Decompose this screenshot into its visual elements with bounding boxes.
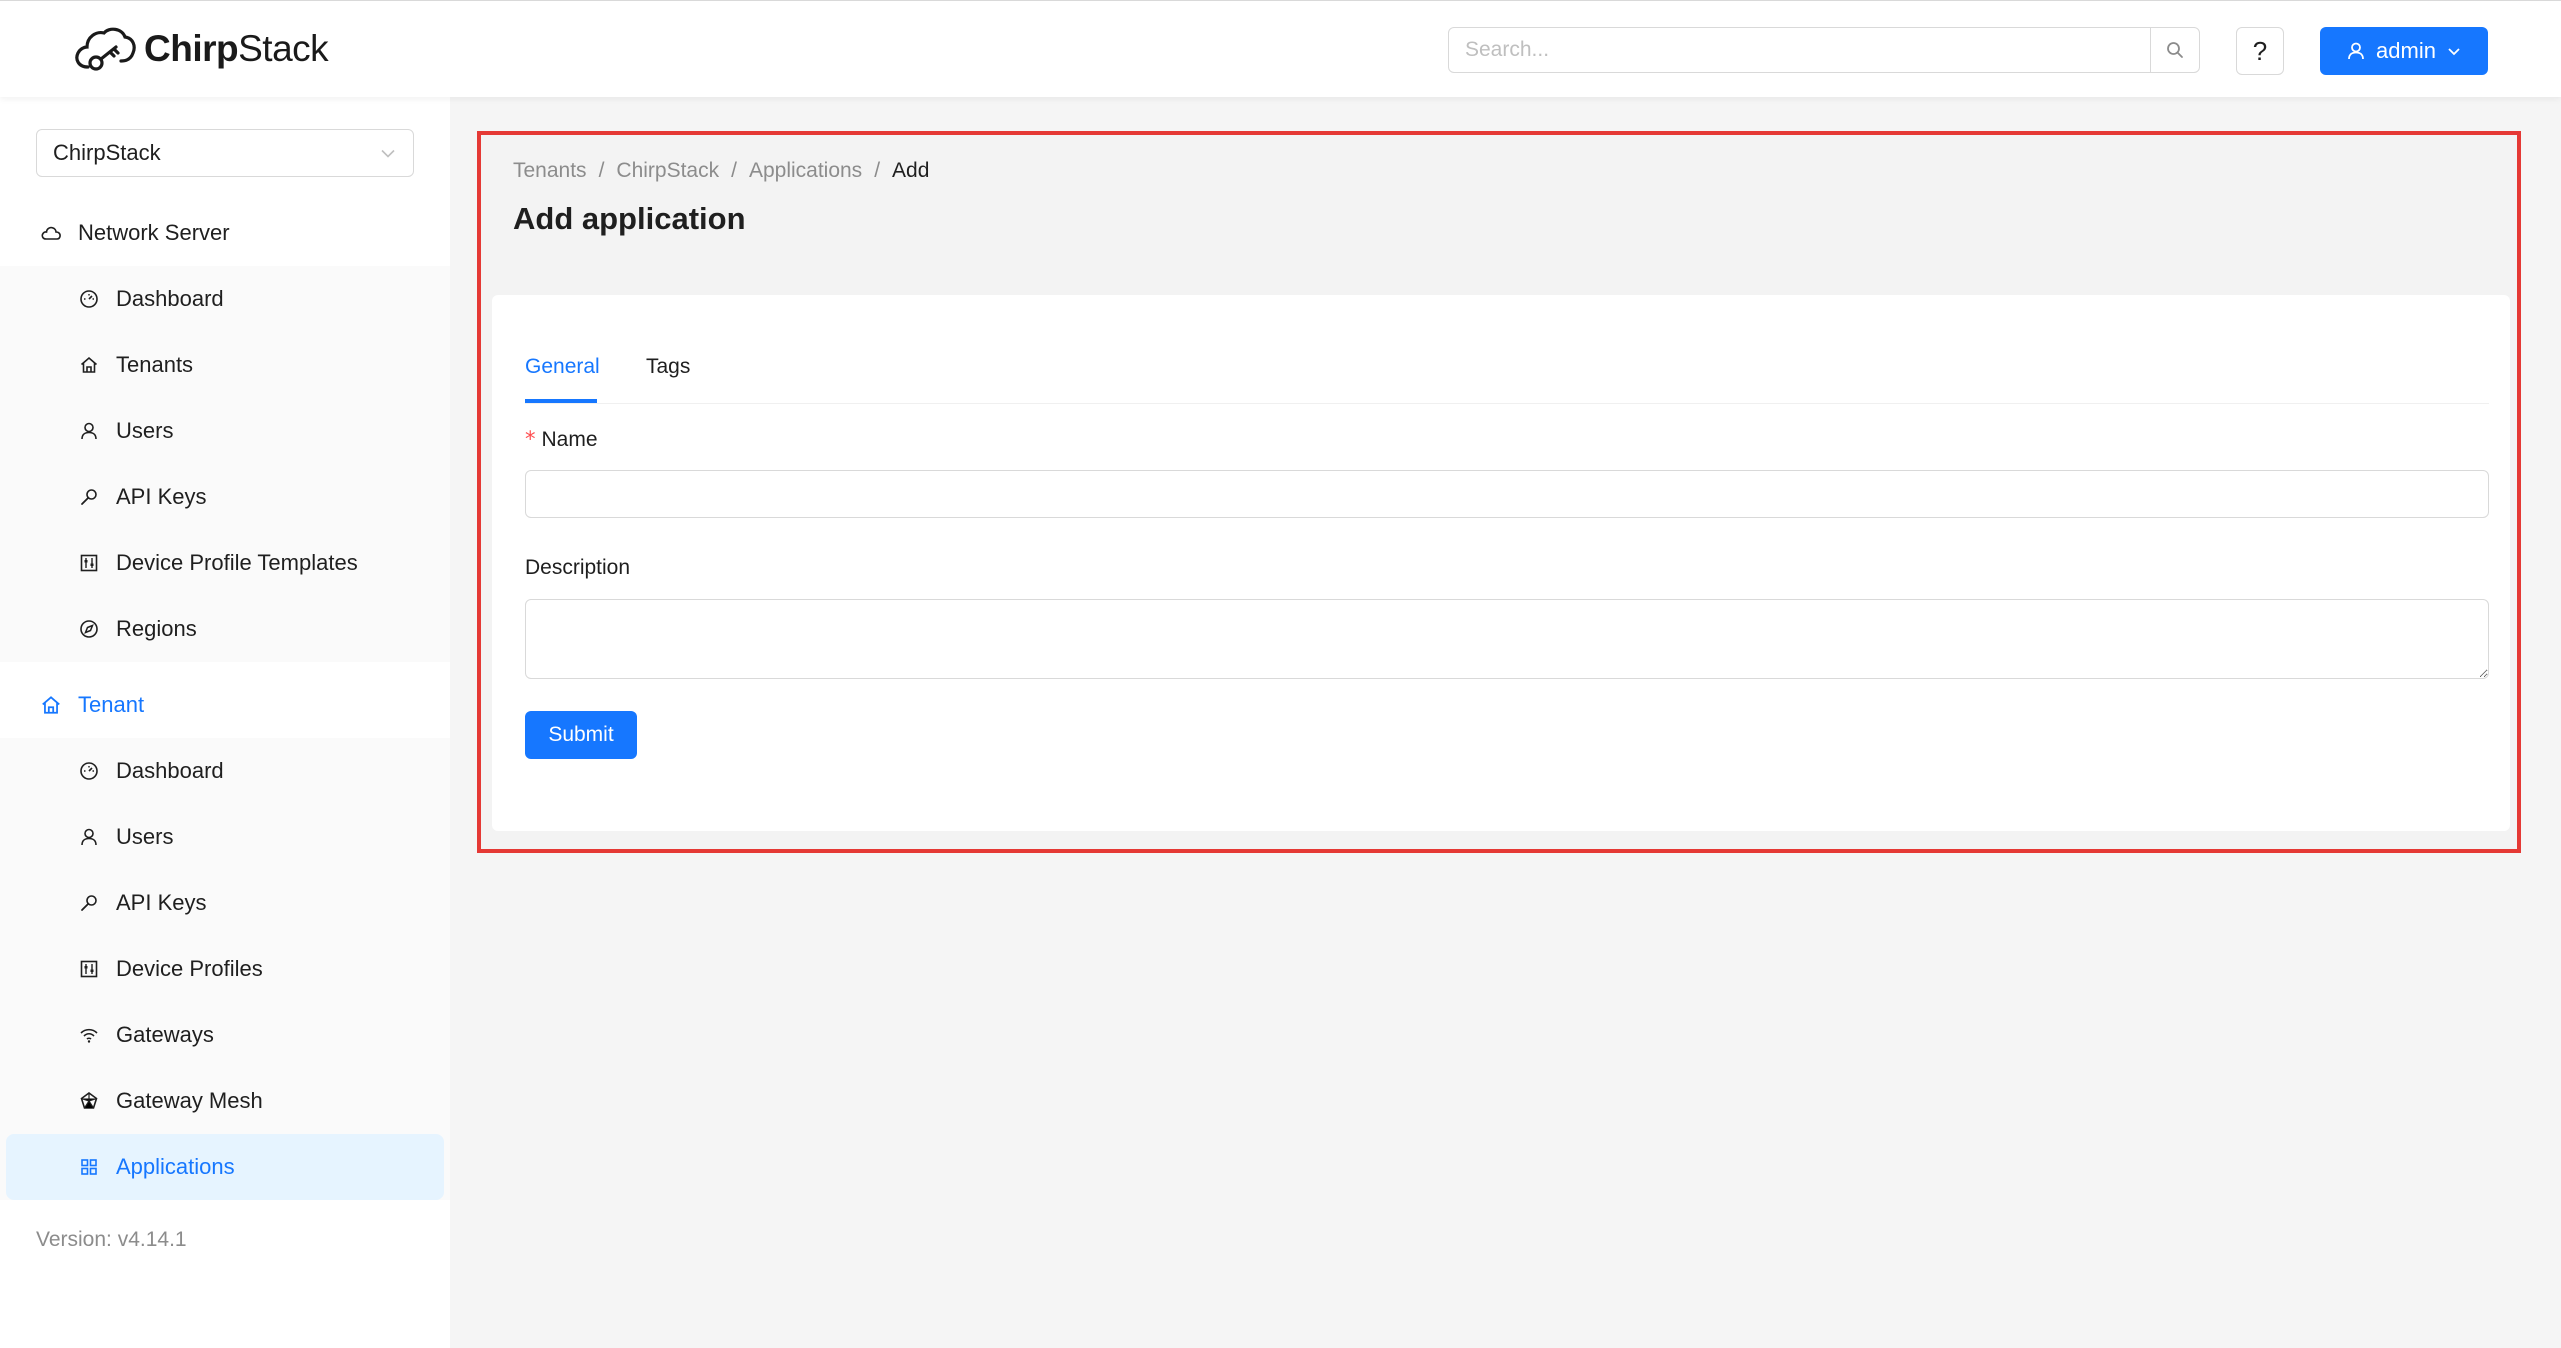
tenant-group: Tenant Dashboard Users API Keys Device P… (0, 672, 450, 1200)
active-tab-indicator (525, 399, 597, 403)
breadcrumb-separator: / (731, 159, 737, 182)
breadcrumb: Tenants / ChirpStack / Applications / Ad… (513, 159, 929, 183)
tenant-submenu: Dashboard Users API Keys Device Profiles (0, 738, 450, 1200)
tenant-select-value: ChirpStack (53, 140, 161, 165)
sidebar-item-ns-users[interactable]: Users (0, 398, 450, 464)
sidebar-item-label: Applications (116, 1154, 235, 1179)
sidebar-item-label: Tenants (116, 352, 194, 377)
network-server-submenu: Dashboard Tenants Users API Keys Device … (0, 266, 450, 662)
network-server-group: Network Server Dashboard Tenants Users A… (0, 200, 450, 662)
description-textarea[interactable] (525, 599, 2489, 679)
sidebar-item-tenant-dashboard[interactable]: Dashboard (0, 738, 450, 804)
search-button[interactable] (2150, 28, 2199, 72)
tab-general[interactable]: General (525, 355, 600, 379)
cloud-logo-icon (75, 27, 136, 71)
apps-icon (78, 1156, 100, 1178)
user-menu-button[interactable]: admin (2320, 27, 2488, 75)
sidebar-item-label: Device Profiles (116, 956, 263, 981)
dashboard-icon (78, 760, 100, 782)
submit-button[interactable]: Submit (525, 711, 637, 759)
sidebar-item-label: Dashboard (116, 286, 224, 311)
network-server-label: Network Server (78, 220, 230, 245)
tab-tags[interactable]: Tags (646, 355, 690, 379)
version-text: Version: v4.14.1 (36, 1228, 187, 1251)
chevron-down-icon (381, 149, 395, 158)
sidebar-item-applications[interactable]: Applications (6, 1134, 444, 1200)
user-icon (2348, 42, 2364, 60)
sidebar-item-label: API Keys (116, 484, 207, 509)
search-input[interactable] (1449, 28, 2150, 72)
help-icon: ? (2252, 35, 2268, 66)
home-icon (40, 694, 62, 716)
sidebar-item-ns-api-keys[interactable]: API Keys (0, 464, 450, 530)
sidebar: ChirpStack Network Server Dashboard Tena… (0, 97, 450, 1348)
breadcrumb-separator: / (598, 159, 605, 182)
breadcrumb-tenants[interactable]: Tenants (513, 159, 587, 183)
sidebar-item-label: Gateway Mesh (116, 1088, 263, 1113)
breadcrumb-separator: / (874, 159, 881, 182)
tabs: General Tags (525, 339, 2489, 404)
search-box (1448, 27, 2200, 73)
user-icon (78, 420, 100, 442)
description-label: Description (525, 556, 631, 579)
sidebar-item-label: Regions (116, 616, 197, 641)
sidebar-item-gateway-mesh[interactable]: Gateway Mesh (0, 1068, 450, 1134)
sidebar-item-label: API Keys (116, 890, 207, 915)
cloud-icon (40, 222, 62, 244)
user-name: admin (2376, 38, 2436, 63)
sidebar-item-gateways[interactable]: Gateways (0, 1002, 450, 1068)
sidebar-item-tenant-users[interactable]: Users (0, 804, 450, 870)
user-icon (78, 826, 100, 848)
sidebar-item-device-profile-templates[interactable]: Device Profile Templates (0, 530, 450, 596)
tenant-label: Tenant (78, 692, 145, 717)
required-mark: * (525, 427, 536, 451)
sidebar-item-ns-dashboard[interactable]: Dashboard (0, 266, 450, 332)
home-icon (78, 354, 100, 376)
breadcrumb-applications[interactable]: Applications (749, 159, 862, 183)
sidebar-item-label: Dashboard (116, 758, 224, 783)
compass-icon (78, 618, 100, 640)
brand-name: ChirpStack (144, 28, 329, 69)
name-label: * Name (525, 427, 598, 451)
search-icon (2167, 42, 2183, 58)
breadcrumb-current: Add (892, 159, 930, 182)
key-icon (78, 486, 100, 508)
help-button[interactable]: ? (2236, 27, 2284, 75)
controls-icon (78, 552, 100, 574)
controls-icon (78, 958, 100, 980)
tenant-select[interactable]: ChirpStack (36, 129, 414, 177)
sidebar-item-label: Device Profile Templates (116, 550, 358, 575)
network-server-header[interactable]: Network Server (0, 200, 450, 266)
top-bar: ChirpStack ? admin (0, 0, 2561, 97)
page-title: Add application (513, 201, 746, 236)
sidebar-item-regions[interactable]: Regions (0, 596, 450, 662)
chirpstack-logo[interactable]: ChirpStack (72, 23, 329, 75)
key-icon (78, 892, 100, 914)
wifi-icon (78, 1024, 100, 1046)
sidebar-item-label: Users (116, 824, 174, 849)
name-input[interactable] (525, 470, 2489, 518)
mesh-icon (78, 1090, 100, 1112)
form-card: General Tags * Name Description Submit (492, 295, 2510, 831)
chevron-down-icon (2448, 48, 2460, 56)
sidebar-item-tenants[interactable]: Tenants (0, 332, 450, 398)
sidebar-item-device-profiles[interactable]: Device Profiles (0, 936, 450, 1002)
breadcrumb-chirpstack[interactable]: ChirpStack (616, 159, 719, 183)
sidebar-item-tenant-api-keys[interactable]: API Keys (0, 870, 450, 936)
main-content: Tenants / ChirpStack / Applications / Ad… (477, 131, 2521, 853)
dashboard-icon (78, 288, 100, 310)
tenant-header[interactable]: Tenant (0, 672, 450, 738)
sidebar-item-label: Users (116, 418, 174, 443)
sidebar-item-label: Gateways (116, 1022, 214, 1047)
